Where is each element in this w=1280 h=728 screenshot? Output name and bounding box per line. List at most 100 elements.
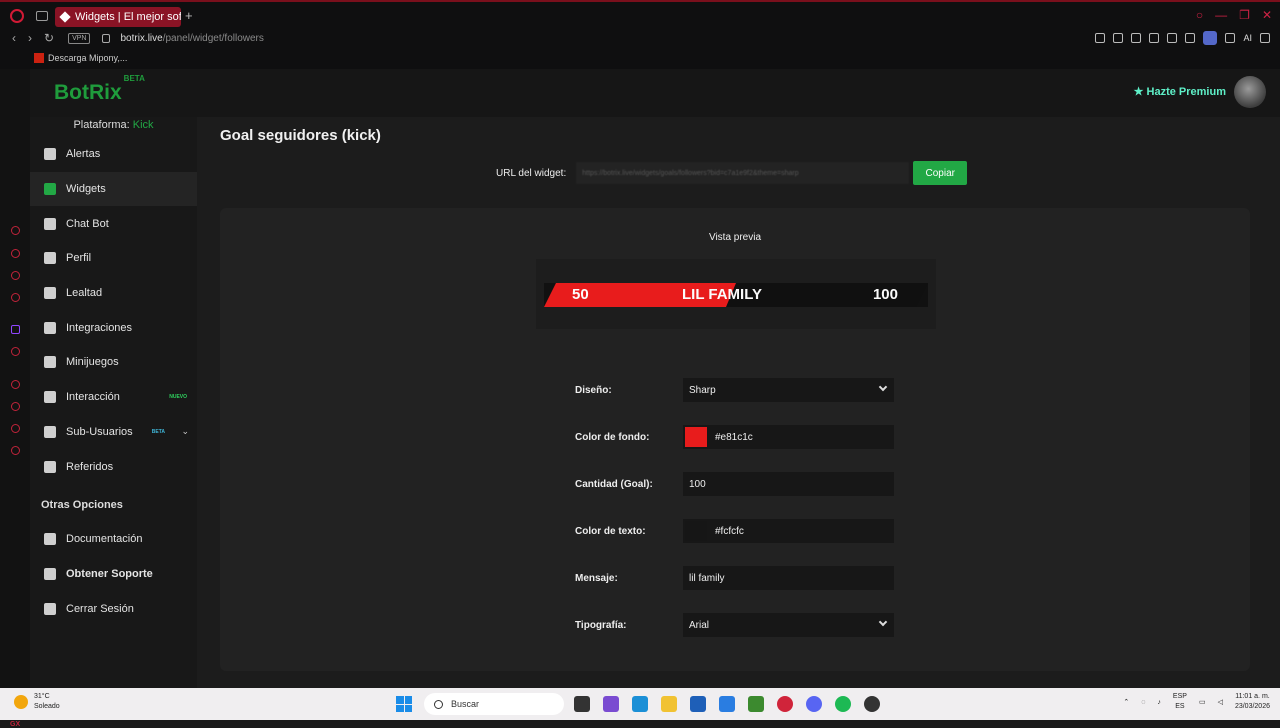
message-input[interactable]: lil family — [683, 566, 894, 590]
store-icon[interactable] — [690, 696, 706, 712]
maximize-button[interactable]: ❐ — [1239, 8, 1250, 22]
date: 23/03/2026 — [1234, 703, 1270, 710]
new-tab-button[interactable]: + — [185, 8, 193, 23]
design-select[interactable]: Sharp — [683, 378, 894, 402]
app-icon[interactable] — [603, 696, 619, 712]
sidebar-item-cerrar-sesion[interactable]: Cerrar Sesión — [30, 591, 197, 626]
file-explorer-icon[interactable] — [661, 696, 677, 712]
design-label: Diseño: — [575, 384, 612, 396]
sidebar-item-label: Perfil — [66, 252, 92, 265]
vpn-badge[interactable]: VPN — [68, 32, 91, 44]
address-bar: ‹ › ↻ VPN botrix.live/panel/widget/follo… — [0, 29, 1280, 47]
spotify-icon[interactable] — [835, 696, 851, 712]
network-icon[interactable]: ◌ — [1141, 699, 1145, 706]
edge-icon[interactable] — [632, 696, 648, 712]
url-field[interactable]: botrix.live/panel/widget/followers — [120, 33, 263, 44]
sidebar-item-referidos[interactable]: Referidos — [30, 449, 197, 484]
lock-icon[interactable] — [102, 33, 111, 43]
download-icon[interactable] — [1225, 33, 1236, 43]
windows-start-icon[interactable] — [396, 696, 412, 712]
snapshot-icon[interactable] — [1113, 33, 1124, 43]
extensions-icon[interactable] — [11, 424, 20, 433]
close-button[interactable]: ✕ — [1262, 8, 1272, 22]
aria-icon[interactable] — [11, 226, 20, 235]
volume-icon[interactable]: ◁ — [1218, 698, 1223, 706]
language-indicator[interactable]: ESP ES — [1173, 692, 1187, 712]
chevron-down-icon[interactable]: ⌄ — [181, 426, 189, 437]
premium-link[interactable]: ★ Hazte Premium — [1134, 85, 1226, 98]
font-select[interactable]: Arial — [683, 613, 894, 637]
sidebar-item-integraciones[interactable]: Integraciones — [30, 310, 197, 345]
discord-icon[interactable] — [806, 696, 822, 712]
shopping-icon[interactable] — [11, 249, 20, 258]
widget-url-label: URL del widget: — [496, 167, 567, 179]
sidebar-item-alertas[interactable]: Alertas — [30, 137, 197, 172]
task-view-icon[interactable] — [574, 696, 590, 712]
sidebar-item-lealtad[interactable]: Lealtad — [30, 276, 197, 311]
player-icon[interactable] — [11, 380, 20, 389]
record-icon[interactable] — [11, 347, 20, 356]
pin-icon[interactable] — [1095, 33, 1106, 43]
display-icon[interactable]: ▭ — [1199, 698, 1206, 706]
sidebar-item-perfil[interactable]: Perfil — [30, 241, 197, 276]
menu-icon[interactable] — [1260, 33, 1270, 43]
sidebar-item-label: Chat Bot — [66, 217, 109, 230]
bg-color-swatch[interactable] — [685, 427, 707, 447]
sidebar-item-minijuegos[interactable]: Minijuegos — [30, 345, 197, 380]
tab-title: Widgets | El mejor software — [75, 11, 181, 23]
text-color-field[interactable]: #fcfcfc — [683, 519, 894, 543]
extension-icon[interactable] — [1167, 33, 1178, 43]
opera-logo-icon[interactable] — [10, 8, 24, 23]
outlook-icon[interactable] — [719, 696, 735, 712]
taskbar-search[interactable]: Buscar — [424, 693, 564, 715]
sidebar-item-sub-usuarios[interactable]: Sub-Usuarios BETA ⌄ — [30, 415, 197, 450]
app-icon[interactable] — [864, 696, 880, 712]
botrix-logo[interactable]: BotRixBETA — [54, 74, 145, 105]
avatar[interactable] — [1234, 76, 1266, 108]
id-card-icon — [44, 252, 56, 265]
logo-text: BotRix — [54, 81, 122, 104]
text-color-swatch[interactable] — [685, 521, 707, 541]
tab-manager-icon[interactable] — [36, 10, 48, 21]
sidebar-item-documentacion[interactable]: Documentación — [30, 522, 197, 557]
account-icon[interactable] — [1203, 31, 1218, 45]
gx-icon[interactable]: GX — [10, 721, 20, 728]
other-options-nav: Documentación Obtener Soporte Cerrar Ses… — [30, 522, 197, 626]
book-icon — [44, 533, 56, 546]
minecraft-icon[interactable] — [748, 696, 764, 712]
history-icon[interactable] — [11, 402, 20, 411]
weather-widget[interactable]: 31°C Soleado — [14, 692, 60, 712]
ai-button[interactable]: AI — [1243, 33, 1252, 43]
heart-icon[interactable] — [1149, 33, 1160, 43]
user-friends-icon — [44, 460, 56, 473]
shield-icon[interactable] — [1131, 33, 1142, 43]
sidebar-item-soporte[interactable]: Obtener Soporte — [30, 557, 197, 592]
search-tabs-icon[interactable]: ○ — [1196, 8, 1203, 22]
chevron-up-icon[interactable]: ⌃ — [1123, 698, 1129, 706]
forward-icon[interactable]: › — [28, 31, 32, 45]
mic-icon[interactable]: ♪ — [1157, 699, 1161, 706]
bookmarks-bar: Descarga Mipony,... — [0, 47, 1280, 69]
puzzle-icon[interactable] — [1185, 33, 1196, 43]
widget-url-field[interactable]: https://botrix.live/widgets/goals/follow… — [576, 162, 910, 184]
sidebar-item-label: Widgets — [66, 183, 106, 196]
chevron-down-icon — [878, 617, 888, 627]
sidebar-item-interaccion[interactable]: Interacción NUEVO — [30, 380, 197, 415]
bg-color-field[interactable]: #e81c1c — [683, 425, 894, 449]
goal-amount-input[interactable]: 100 — [683, 472, 894, 496]
settings-icon[interactable] — [11, 446, 20, 455]
browser-tab[interactable]: Widgets | El mejor software — [55, 7, 181, 27]
sidebar-item-chat-bot[interactable]: Chat Bot — [30, 206, 197, 241]
copy-button[interactable]: Copiar — [913, 161, 968, 185]
back-icon[interactable]: ‹ — [12, 31, 16, 45]
clock[interactable]: 11:01 a. m. 23/03/2026 — [1235, 692, 1270, 712]
twitch-icon[interactable] — [11, 325, 20, 334]
mail-icon[interactable] — [11, 293, 20, 302]
reload-icon[interactable]: ↻ — [44, 31, 54, 45]
bookmark-item[interactable]: Descarga Mipony,... — [48, 53, 127, 63]
minimize-button[interactable]: — — [1215, 8, 1227, 22]
instagram-icon[interactable] — [11, 271, 20, 280]
opera-gx-icon[interactable] — [777, 696, 793, 712]
other-options-title: Otras Opciones — [41, 498, 123, 511]
sidebar-item-widgets[interactable]: Widgets — [30, 171, 197, 207]
